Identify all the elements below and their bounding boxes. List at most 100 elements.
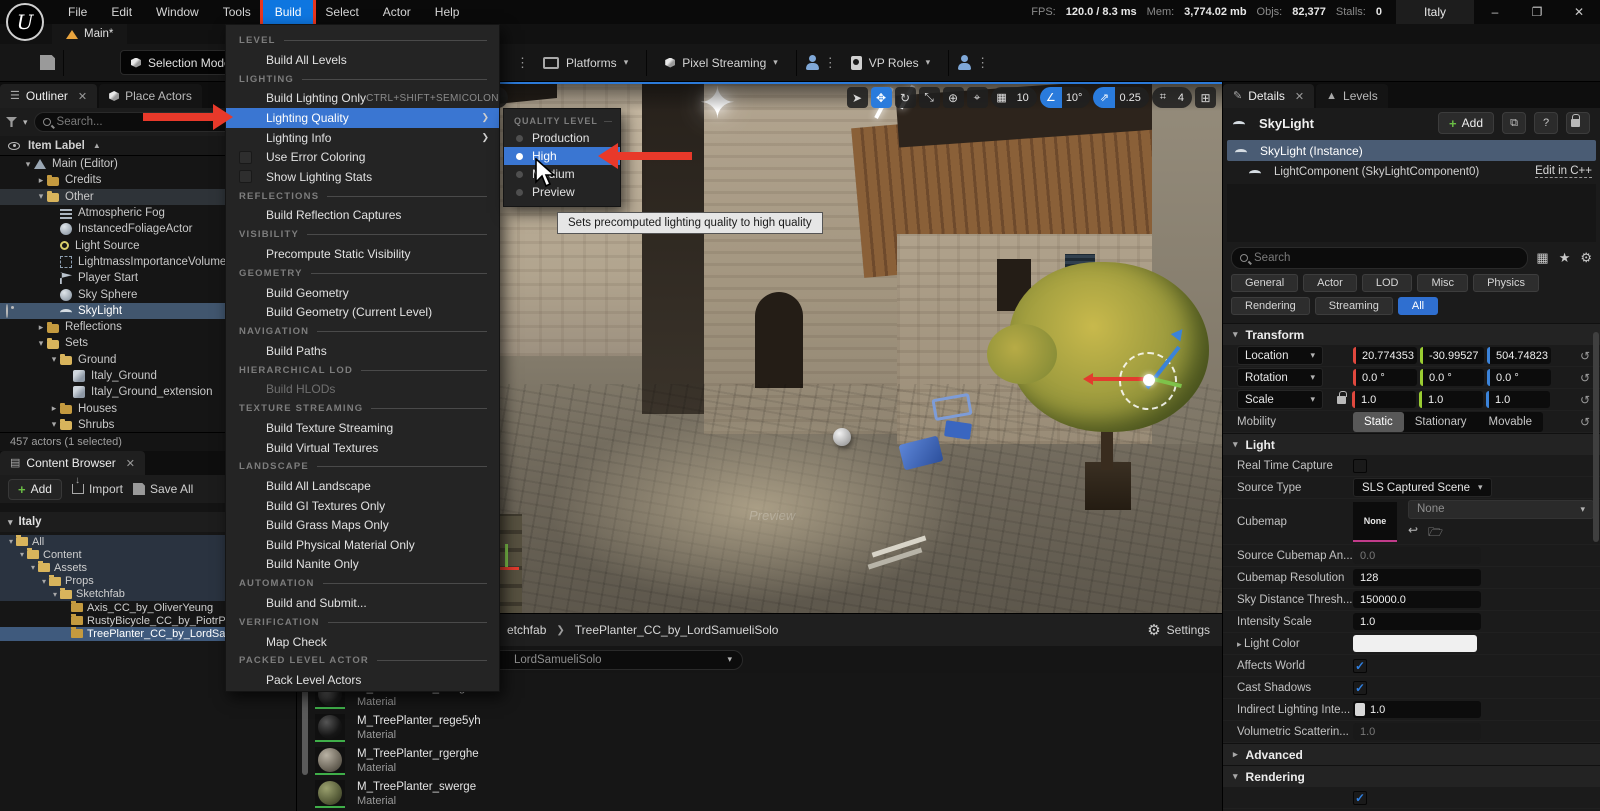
expander-icon[interactable]: ▸ [35,322,47,333]
menu-item-map-check[interactable]: Map Check [226,632,499,652]
remote-session-icon[interactable] [957,55,972,70]
add-button[interactable]: + Add [8,479,62,500]
multi-user-icon[interactable] [805,55,820,70]
use-selected-icon[interactable]: ↩ [1408,523,1418,544]
mobility-option-stationary[interactable]: Stationary [1404,412,1478,432]
close-icon[interactable]: ✕ [1295,90,1304,103]
pixel-streaming-dropdown[interactable]: Pixel Streaming ▾ [655,44,788,82]
eye-icon[interactable] [6,304,8,318]
expander-icon[interactable]: ▾ [48,419,60,430]
color-swatch[interactable] [1353,635,1477,652]
checkbox[interactable]: ✓ [1353,659,1367,673]
overflow-kebab-icon[interactable]: ⋮ [820,55,841,71]
checkbox-icon[interactable] [239,170,252,183]
reset-icon[interactable]: ↺ [1578,349,1592,363]
breadcrumb-current[interactable]: TreePlanter_CC_by_LordSamueliSolo [575,623,779,637]
menu-item-build-virtual-textures[interactable]: Build Virtual Textures [226,438,499,458]
lock-icon[interactable] [1337,396,1346,404]
menu-item-build-texture-streaming[interactable]: Build Texture Streaming [226,418,499,438]
checkbox-icon[interactable] [239,151,252,164]
filter-chip-all[interactable]: All [1398,297,1438,315]
menu-edit[interactable]: Edit [99,0,144,24]
grid-snap-control[interactable]: ▦ 10 [991,87,1037,108]
dropdown[interactable]: SLS Captured Scene▾ [1353,478,1492,497]
tab-details[interactable]: ✎ Details ✕ [1223,84,1314,108]
component-row-instance[interactable]: SkyLight (Instance) [1227,140,1596,161]
menu-file[interactable]: File [56,0,99,24]
level-tab-main[interactable]: Main* [52,24,127,44]
menu-item-build-geometry[interactable]: Build Geometry [226,283,499,303]
menu-item-build-hlods[interactable]: Build HLODs [226,380,499,400]
platforms-dropdown[interactable]: Platforms ▾ [533,44,638,82]
lock-icon[interactable] [1566,112,1590,134]
rotate-tool-icon[interactable]: ↻ [895,87,916,108]
cubemap-thumbnail[interactable]: None [1353,502,1397,542]
menu-item-lighting-info[interactable]: Lighting Info❯ [226,128,499,148]
expander-icon[interactable]: ▾ [22,159,34,170]
details-search-input[interactable]: Search [1231,247,1528,269]
import-button[interactable]: Import [72,482,123,496]
rotation-y-field[interactable]: 0.0 ° [1420,369,1484,386]
filter-chip-streaming[interactable]: Streaming [1315,297,1393,315]
checkbox[interactable]: ✓ [1353,791,1367,805]
scale-dropdown[interactable]: Scale▾ [1237,390,1323,409]
tab-outliner[interactable]: ☰ Outliner ✕ [0,84,97,108]
overflow-kebab-icon[interactable]: ⋮ [512,55,533,71]
menu-tools[interactable]: Tools [211,0,263,24]
cubemap-dropdown[interactable]: None▾ [1408,500,1594,519]
unreal-logo-icon[interactable]: U [6,3,44,41]
filter-chip-general[interactable]: General [1231,274,1298,292]
settings-gear-icon[interactable]: ⚙ [1580,250,1592,266]
filter-chip-actor[interactable]: Actor [1303,274,1357,292]
expander-icon[interactable]: ▾ [6,537,16,546]
menu-item-build-nanite-only[interactable]: Build Nanite Only [226,555,499,575]
expander-icon[interactable]: ▾ [17,550,27,559]
expander-icon[interactable]: ▾ [39,577,49,586]
menu-build[interactable]: Build [263,0,314,24]
menu-item-show-lighting-stats[interactable]: Show Lighting Stats [226,167,499,187]
mobility-option-static[interactable]: Static [1353,412,1404,432]
menu-item-use-error-coloring[interactable]: Use Error Coloring [226,147,499,167]
scale-z-field[interactable]: 1.0 [1486,391,1550,408]
value-field[interactable]: 1.0 [1353,613,1481,630]
menu-item-build-geometry-current-level-[interactable]: Build Geometry (Current Level) [226,302,499,322]
close-icon[interactable]: ✕ [126,457,135,470]
viewport-layout-icon[interactable]: ⊞ [1195,87,1216,108]
location-z-field[interactable]: 504.74823 [1487,347,1551,364]
component-row-lightcomponent[interactable]: LightComponent (SkyLightComponent0) Edit… [1223,161,1600,182]
filter-chip-rendering[interactable]: Rendering [1231,297,1310,315]
menu-window[interactable]: Window [144,0,211,24]
close-button[interactable]: ✕ [1558,0,1600,24]
scale-tool-icon[interactable]: ⤡ [919,87,940,108]
save-icon[interactable] [40,55,55,70]
menu-item-build-reflection-captures[interactable]: Build Reflection Captures [226,206,499,226]
filter-chip-lod[interactable]: LOD [1362,274,1413,292]
help-icon[interactable]: ? [1534,112,1558,134]
expander-icon[interactable]: ▸ [48,403,60,414]
eye-icon[interactable] [8,142,20,150]
details-scrollbar[interactable] [1593,332,1599,542]
section-rendering[interactable]: ▾Rendering [1223,765,1600,787]
menu-item-build-paths[interactable]: Build Paths [226,341,499,361]
scale-snap-control[interactable]: ⇗ 0.25 [1093,87,1148,108]
location-y-field[interactable]: -30.99527 [1420,347,1484,364]
asset-item[interactable]: M_TreePlanter_rgergheMaterial [315,745,1222,776]
rotation-x-field[interactable]: 0.0 ° [1353,369,1417,386]
move-tool-icon[interactable]: ✥ [871,87,892,108]
rotation-dropdown[interactable]: Rotation▾ [1237,368,1323,387]
value-field[interactable]: 1.0 [1353,701,1481,718]
expander-icon[interactable]: ▸ [35,175,47,186]
surface-snap-icon[interactable]: ⌖ [967,87,988,108]
close-icon[interactable]: ✕ [78,90,87,103]
breadcrumb-parent[interactable]: etchfab [507,623,546,637]
browse-icon[interactable]: 🗁 [1428,523,1443,544]
asset-scrollbar[interactable] [301,679,309,811]
checkbox[interactable] [1353,459,1367,473]
tab-levels[interactable]: ▲ Levels [1316,84,1388,108]
menu-item-build-physical-material-only[interactable]: Build Physical Material Only [226,535,499,555]
blueprint-icon[interactable]: ⧉ [1502,112,1526,134]
mobility-option-movable[interactable]: Movable [1478,412,1543,432]
rotation-z-field[interactable]: 0.0 ° [1487,369,1551,386]
save-all-button[interactable]: Save All [133,482,193,496]
menu-item-build-and-submit-[interactable]: Build and Submit... [226,593,499,613]
